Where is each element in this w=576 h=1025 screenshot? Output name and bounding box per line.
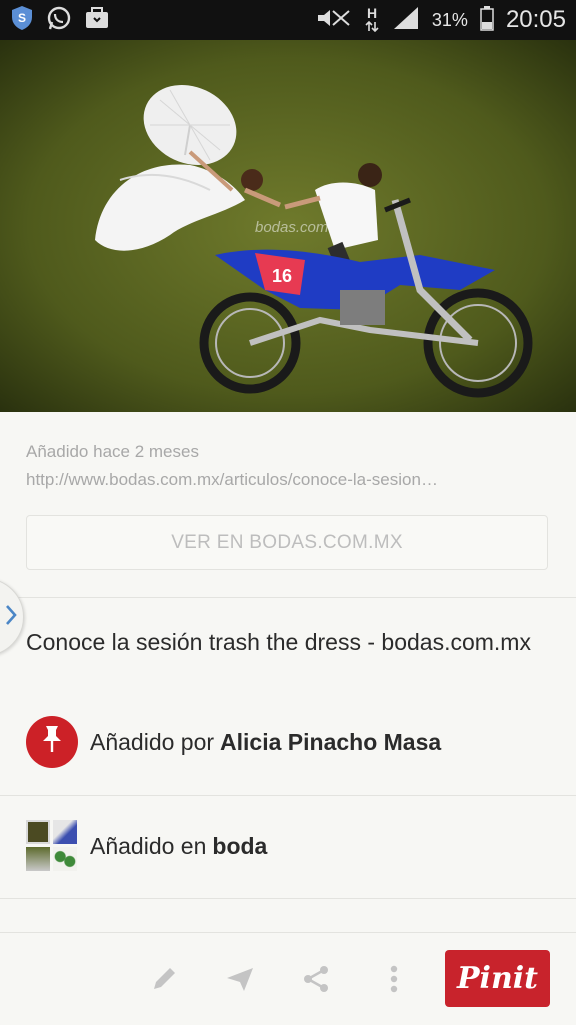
more-vert-icon [388, 963, 400, 1000]
board-name[interactable]: boda [212, 833, 267, 860]
pencil-icon [148, 963, 180, 1000]
divider [0, 597, 576, 598]
pin-meta: Añadido hace 2 meses http://www.bodas.co… [26, 438, 546, 494]
network-h-icon: H [364, 4, 380, 37]
pushpin-icon [40, 724, 64, 760]
added-by-row[interactable]: Añadido por Alicia Pinacho Masa [26, 716, 441, 768]
board-thumb-3 [26, 847, 50, 871]
svg-text:S: S [18, 11, 26, 25]
added-time: Añadido hace 2 meses [26, 442, 199, 461]
share-button[interactable] [294, 959, 338, 1003]
svg-text:H: H [367, 5, 377, 21]
send-button[interactable] [218, 959, 262, 1003]
added-by-prefix: Añadido por [90, 728, 215, 755]
mute-icon [316, 7, 352, 34]
chevron-right-icon [5, 603, 17, 632]
battery-percent: 31% [431, 9, 468, 30]
send-icon [224, 963, 256, 1000]
pin-it-button[interactable]: Pinit [445, 950, 550, 1007]
side-drawer-handle[interactable] [0, 578, 24, 656]
svg-text:16: 16 [272, 266, 292, 286]
whatsapp-icon [46, 5, 72, 36]
shield-icon: S [10, 5, 34, 36]
board-thumbnail [26, 820, 78, 872]
share-icon [300, 963, 332, 1000]
visit-site-button[interactable]: VER EN BODAS.COM.MX [26, 515, 548, 570]
added-by-user[interactable]: Alicia Pinacho Masa [220, 729, 441, 756]
edit-button[interactable] [142, 959, 186, 1003]
board-thumb-4 [53, 847, 77, 871]
more-options-button[interactable] [372, 959, 416, 1003]
battery-icon [480, 5, 494, 36]
status-bar: S H 31% 20:05 [0, 0, 576, 40]
avatar [26, 716, 78, 768]
clock: 20:05 [505, 6, 566, 33]
divider [0, 898, 576, 899]
board-thumb-2 [53, 820, 77, 844]
board-thumb-1 [26, 820, 50, 844]
briefcase-icon [84, 6, 110, 35]
divider [0, 795, 576, 796]
pin-image[interactable]: bodas.com.mx 16 [0, 40, 576, 412]
added-in-prefix: Añadido en [90, 832, 207, 859]
pin-title: Conoce la sesión trash the dress - bodas… [26, 629, 531, 655]
added-in-row[interactable]: Añadido en boda [26, 820, 267, 872]
source-url[interactable]: http://www.bodas.com.mx/articulos/conoce… [26, 466, 546, 494]
signal-icon [392, 6, 420, 35]
